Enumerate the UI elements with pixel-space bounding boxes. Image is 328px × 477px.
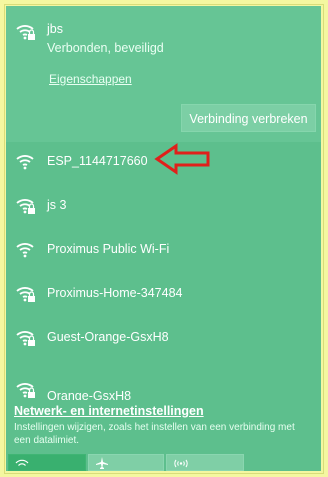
network-ssid: js 3: [47, 198, 67, 212]
wifi-secured-icon: [15, 282, 37, 304]
wifi-tile[interactable]: [8, 454, 86, 471]
properties-link[interactable]: Eigenschappen: [49, 72, 132, 86]
wifi-secured-icon: [15, 326, 37, 348]
annotation-arrow-icon: [154, 143, 210, 175]
network-settings-link[interactable]: Netwerk- en internetinstellingen: [14, 404, 204, 418]
wifi-open-icon: [15, 150, 37, 172]
hotspot-icon: [174, 459, 188, 468]
network-ssid: Guest-Orange-GsxH8: [47, 330, 169, 344]
wifi-icon: [15, 459, 29, 466]
connected-ssid: jbs: [47, 22, 63, 36]
network-flyout: jbs Verbonden, beveiligd Eigenschappen V…: [6, 6, 321, 471]
network-list-item[interactable]: Proximus-Home-347484: [6, 274, 321, 318]
wifi-open-icon: [15, 238, 37, 260]
airplane-mode-tile[interactable]: [88, 454, 164, 471]
network-list-item[interactable]: Orange-GsxH8: [6, 362, 321, 400]
network-list-item[interactable]: Guest-Orange-GsxH8: [6, 318, 321, 362]
connected-status: Verbonden, beveiligd: [47, 41, 164, 55]
network-list-item[interactable]: Proximus Public Wi-Fi: [6, 230, 321, 274]
mobile-hotspot-tile[interactable]: [166, 454, 244, 471]
wifi-secured-icon: [15, 378, 37, 400]
airplane-icon: [96, 457, 108, 469]
disconnect-button[interactable]: Verbinding verbreken: [181, 104, 316, 132]
connected-network[interactable]: jbs Verbonden, beveiligd Eigenschappen V…: [6, 6, 321, 142]
wifi-secured-icon: [15, 194, 37, 216]
network-settings-description: Instellingen wijzigen, zoals het instell…: [14, 422, 295, 446]
network-ssid: Proximus-Home-347484: [47, 286, 183, 300]
network-list-item[interactable]: js 3: [6, 186, 321, 230]
network-ssid: ESP_1144717660: [47, 154, 148, 168]
wifi-secured-icon: [15, 20, 37, 42]
network-ssid: Orange-GsxH8: [47, 389, 132, 400]
network-ssid: Proximus Public Wi-Fi: [47, 242, 170, 256]
